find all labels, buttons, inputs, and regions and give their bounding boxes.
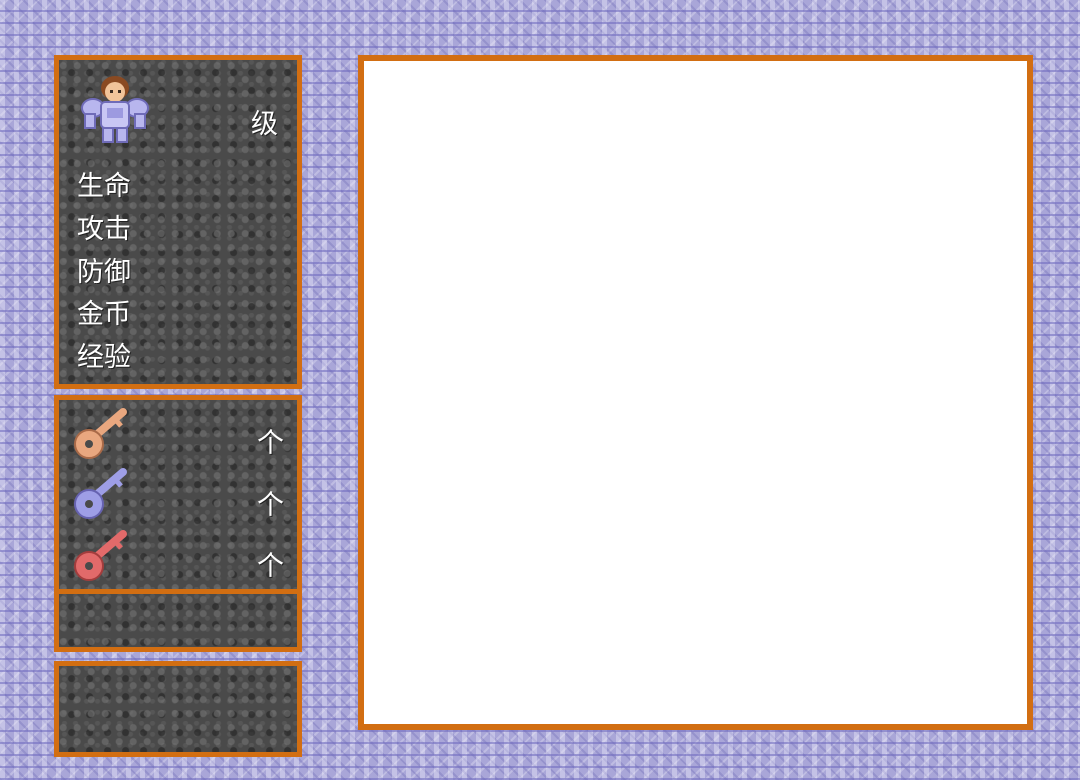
blue-key-icon (74, 468, 127, 519)
stat-hp-label: 生命 (77, 171, 131, 202)
status-panel: 级 生命 攻击 防御 金币 经验 (54, 55, 302, 389)
hero-avatar-icon (81, 76, 149, 143)
yellow-key-icon (74, 408, 127, 459)
stat-gold-label: 金币 (77, 299, 131, 330)
tools-panel (54, 661, 302, 757)
yellow-key-unit: 个 (257, 428, 284, 459)
stat-defense-label: 防御 (77, 257, 131, 288)
red-key-unit: 个 (257, 551, 284, 582)
game-map-view[interactable] (358, 55, 1033, 730)
red-key-icon (74, 530, 127, 581)
stat-attack-label: 攻击 (77, 214, 131, 245)
keys-panel: 个 个 个 (54, 395, 302, 595)
stat-exp-label: 经验 (77, 342, 131, 373)
level-unit-label: 级 (251, 109, 278, 140)
blue-key-unit: 个 (257, 490, 284, 521)
floor-info-panel (54, 589, 302, 652)
